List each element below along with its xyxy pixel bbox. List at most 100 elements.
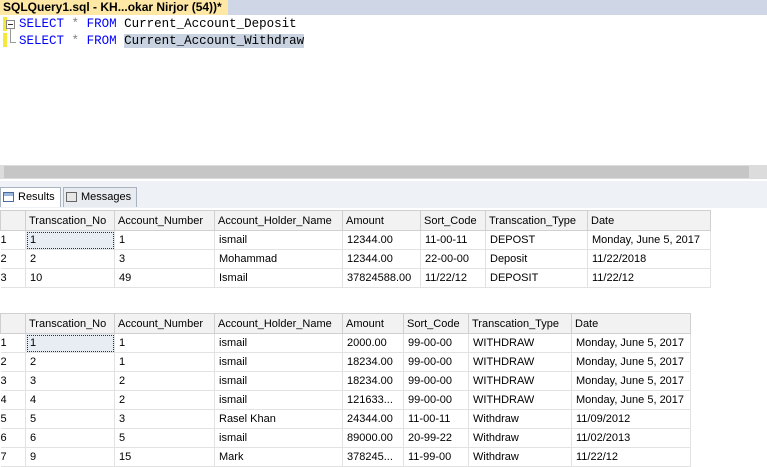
grid-cell[interactable]: Monday, June 5, 2017 xyxy=(587,230,711,250)
grid-cell[interactable]: Ismail xyxy=(214,268,343,288)
grid-cell[interactable]: 11/09/2012 xyxy=(571,409,691,429)
column-header[interactable]: Amount xyxy=(342,313,404,334)
grid-cell[interactable]: Withdraw xyxy=(468,409,572,429)
row-number[interactable]: 6 xyxy=(0,428,26,448)
grid-cell[interactable]: WITHDRAW xyxy=(468,333,572,353)
code-line-1[interactable]: SELECT * FROM Current_Account_Deposit xyxy=(19,16,297,32)
grid-corner[interactable] xyxy=(0,210,26,231)
column-header[interactable]: Transcation_Type xyxy=(485,210,588,231)
grid-cell[interactable]: ismail xyxy=(214,371,343,391)
table-row[interactable]: 2 2 3 Mohammad 12344.00 22-00-00 Deposit 11/22/… xyxy=(0,249,711,269)
grid-cell[interactable]: 2 xyxy=(25,249,115,269)
table-row[interactable]: 3 3 2 ismail 18234.00 99-00-00 WITHDRAW Monday,… xyxy=(0,371,691,391)
grid-cell[interactable]: 2000.00 xyxy=(342,333,404,353)
grid-cell[interactable]: 99-00-00 xyxy=(403,333,469,353)
grid-cell[interactable]: 3 xyxy=(114,249,215,269)
results-grid-2[interactable]: Transcation_No Account_Number Account_Hold… xyxy=(0,313,691,467)
column-header[interactable]: Sort_Code xyxy=(420,210,486,231)
results-grid-1[interactable]: Transcation_No Account_Number Account_Hold… xyxy=(0,210,711,288)
table-row[interactable]: 1 1 1 ismail 12344.00 11-00-11 DEPOST Monday, J… xyxy=(0,230,711,250)
grid-cell[interactable]: 11-00-11 xyxy=(403,409,469,429)
row-number[interactable]: 1 xyxy=(0,333,26,353)
grid-cell[interactable]: 121633... xyxy=(342,390,404,410)
grid-cell[interactable]: 24344.00 xyxy=(342,409,404,429)
grid-cell[interactable]: ismail xyxy=(214,352,343,372)
grid-cell[interactable]: 3 xyxy=(114,409,215,429)
grid-cell[interactable]: 89000.00 xyxy=(342,428,404,448)
grid-cell[interactable]: Deposit xyxy=(485,249,588,269)
grid-cell[interactable]: Monday, June 5, 2017 xyxy=(571,390,691,410)
grid-cell[interactable]: 4 xyxy=(25,390,115,410)
grid-cell[interactable]: ismail xyxy=(214,333,343,353)
column-header[interactable]: Amount xyxy=(342,210,421,231)
grid-cell[interactable]: ismail xyxy=(214,230,343,250)
grid-cell[interactable]: 11/22/12 xyxy=(420,268,486,288)
grid-cell[interactable]: 12344.00 xyxy=(342,249,421,269)
grid-cell[interactable]: 11-00-11 xyxy=(420,230,486,250)
grid-cell[interactable]: 10 xyxy=(25,268,115,288)
grid-cell[interactable]: 11/22/12 xyxy=(587,268,711,288)
row-number[interactable]: 2 xyxy=(0,249,26,269)
row-number[interactable]: 3 xyxy=(0,268,26,288)
grid-cell[interactable]: 2 xyxy=(25,352,115,372)
row-number[interactable]: 3 xyxy=(0,371,26,391)
grid-cell[interactable]: 99-00-00 xyxy=(403,371,469,391)
grid-cell[interactable]: WITHDRAW xyxy=(468,390,572,410)
column-header[interactable]: Transcation_No xyxy=(25,313,115,334)
table-row[interactable]: 5 5 3 Rasel Khan 24344.00 11-00-11 Withdraw 11/… xyxy=(0,409,691,429)
grid-cell[interactable]: 99-00-00 xyxy=(403,352,469,372)
grid-cell[interactable]: 37824588.00 xyxy=(342,268,421,288)
grid-cell[interactable]: DEPOSIT xyxy=(485,268,588,288)
grid-cell[interactable]: 5 xyxy=(25,409,115,429)
column-header[interactable]: Sort_Code xyxy=(403,313,469,334)
grid-cell[interactable]: 1 xyxy=(114,352,215,372)
table-row[interactable]: 3 10 49 Ismail 37824588.00 11/22/12 DEPOSIT 11/… xyxy=(0,268,711,288)
row-number[interactable]: 5 xyxy=(0,409,26,429)
table-row[interactable]: 1 1 1 ismail 2000.00 99-00-00 WITHDRAW Monday, … xyxy=(0,333,691,353)
grid-cell[interactable]: 1 xyxy=(114,230,215,250)
grid-cell[interactable]: 3 xyxy=(25,371,115,391)
grid-cell[interactable]: 49 xyxy=(114,268,215,288)
column-header[interactable]: Account_Number xyxy=(114,210,215,231)
column-header[interactable]: Account_Number xyxy=(114,313,215,334)
column-header[interactable]: Transcation_Type xyxy=(468,313,572,334)
grid-cell[interactable]: Withdraw xyxy=(468,428,572,448)
grid-cell[interactable]: 11/22/2018 xyxy=(587,249,711,269)
grid-cell[interactable]: 2 xyxy=(114,390,215,410)
tab-messages[interactable]: Messages xyxy=(63,187,138,207)
grid-cell[interactable]: 12344.00 xyxy=(342,230,421,250)
column-header[interactable]: Transcation_No xyxy=(25,210,115,231)
column-header[interactable]: Date xyxy=(587,210,711,231)
grid-cell[interactable]: WITHDRAW xyxy=(468,371,572,391)
table-row[interactable]: 6 6 5 ismail 89000.00 20-99-22 Withdraw 11/02/2… xyxy=(0,428,691,448)
grid-cell[interactable]: 2 xyxy=(114,371,215,391)
grid-corner[interactable] xyxy=(0,313,26,334)
grid-cell[interactable]: Mohammad xyxy=(214,249,343,269)
column-header[interactable]: Date xyxy=(571,313,691,334)
grid-cell[interactable]: Rasel Khan xyxy=(214,409,343,429)
grid-cell[interactable]: Monday, June 5, 2017 xyxy=(571,371,691,391)
grid-cell[interactable]: 6 xyxy=(25,428,115,448)
collapse-icon[interactable] xyxy=(6,20,15,29)
scrollbar-thumb[interactable] xyxy=(4,166,749,178)
row-number[interactable]: 2 xyxy=(0,352,26,372)
grid-cell[interactable]: WITHDRAW xyxy=(468,352,572,372)
grid-cell[interactable]: ismail xyxy=(214,390,343,410)
grid-cell[interactable]: 18234.00 xyxy=(342,371,404,391)
grid-cell[interactable]: 11/02/2013 xyxy=(571,428,691,448)
grid-cell[interactable]: 1 xyxy=(25,230,115,250)
tab-results[interactable]: Results xyxy=(0,187,61,207)
table-row[interactable]: 4 4 2 ismail 121633... 99-00-00 WITHDRAW Monday… xyxy=(0,390,691,410)
grid-cell[interactable]: 18234.00 xyxy=(342,352,404,372)
grid-cell[interactable]: 5 xyxy=(114,428,215,448)
table-row[interactable]: 2 2 1 ismail 18234.00 99-00-00 WITHDRAW Monday,… xyxy=(0,352,691,372)
column-header[interactable]: Account_Holder_Name xyxy=(214,210,343,231)
tab-sqlquery1[interactable]: SQLQuery1.sql - KH...okar Nirjor (54))* xyxy=(0,0,228,15)
column-header[interactable]: Account_Holder_Name xyxy=(214,313,343,334)
row-number[interactable]: 1 xyxy=(0,230,26,250)
grid-cell[interactable]: 1 xyxy=(25,333,115,353)
grid-cell[interactable]: ismail xyxy=(214,428,343,448)
grid-cell[interactable]: 20-99-22 xyxy=(403,428,469,448)
grid-cell[interactable]: 99-00-00 xyxy=(403,390,469,410)
grid-cell[interactable]: DEPOST xyxy=(485,230,588,250)
